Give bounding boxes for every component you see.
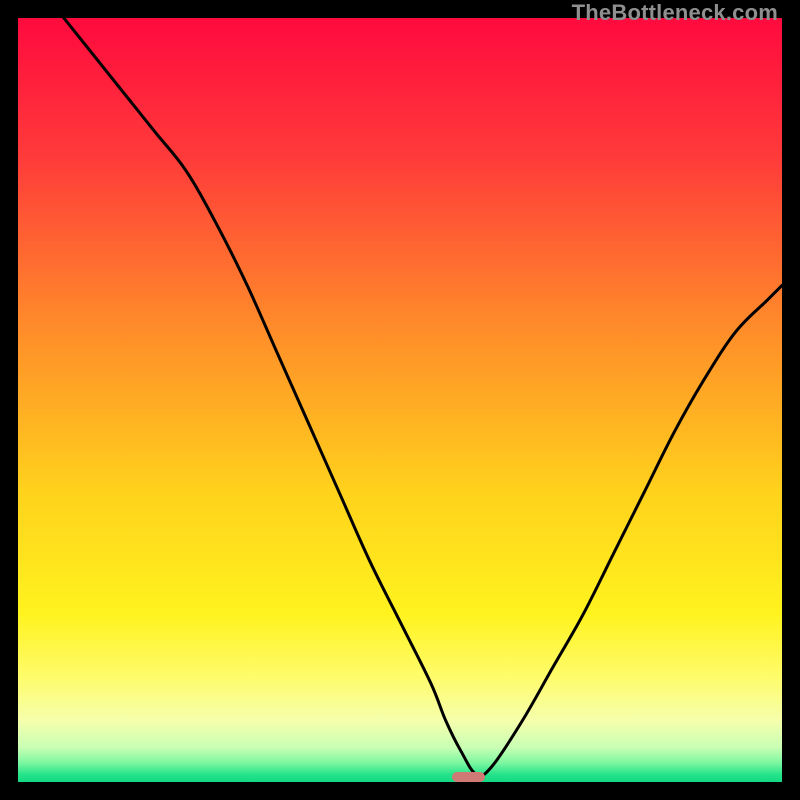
optimum-marker xyxy=(452,772,485,782)
plot-area xyxy=(18,18,782,782)
background-gradient xyxy=(18,18,782,782)
chart-frame: TheBottleneck.com xyxy=(0,0,800,800)
watermark-text: TheBottleneck.com xyxy=(572,0,778,26)
